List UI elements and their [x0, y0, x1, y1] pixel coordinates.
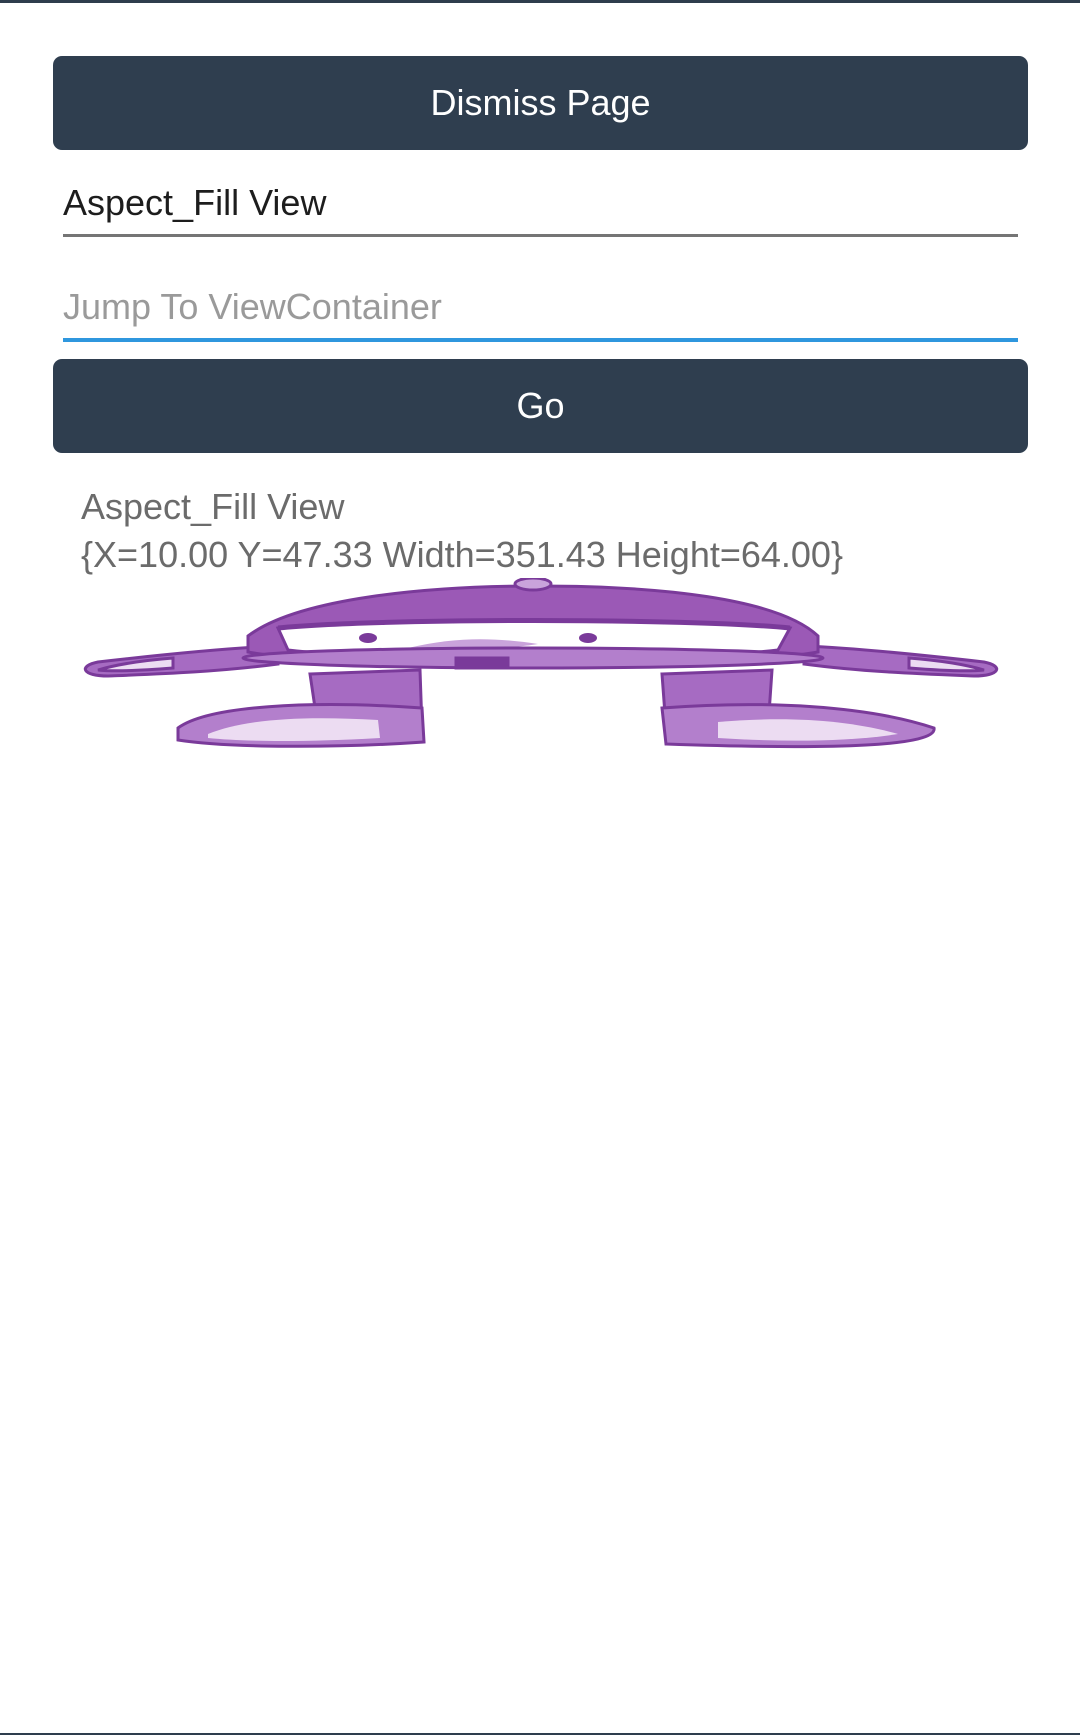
- jump-to-viewcontainer-input[interactable]: [63, 276, 1018, 342]
- go-button[interactable]: Go: [53, 359, 1028, 453]
- top-border: [0, 0, 1080, 3]
- view-info-rect: {X=10.00 Y=47.33 Width=351.43 Height=64.…: [81, 534, 843, 575]
- robot-mascot-image: [84, 578, 998, 749]
- view-name-entry[interactable]: [63, 172, 1018, 237]
- page: Dismiss Page Go Aspect_Fill View {X=10.0…: [0, 0, 1080, 1735]
- view-info-label: Aspect_Fill View {X=10.00 Y=47.33 Width=…: [81, 483, 843, 579]
- view-info-title: Aspect_Fill View: [81, 486, 345, 527]
- dismiss-page-button[interactable]: Dismiss Page: [53, 56, 1028, 150]
